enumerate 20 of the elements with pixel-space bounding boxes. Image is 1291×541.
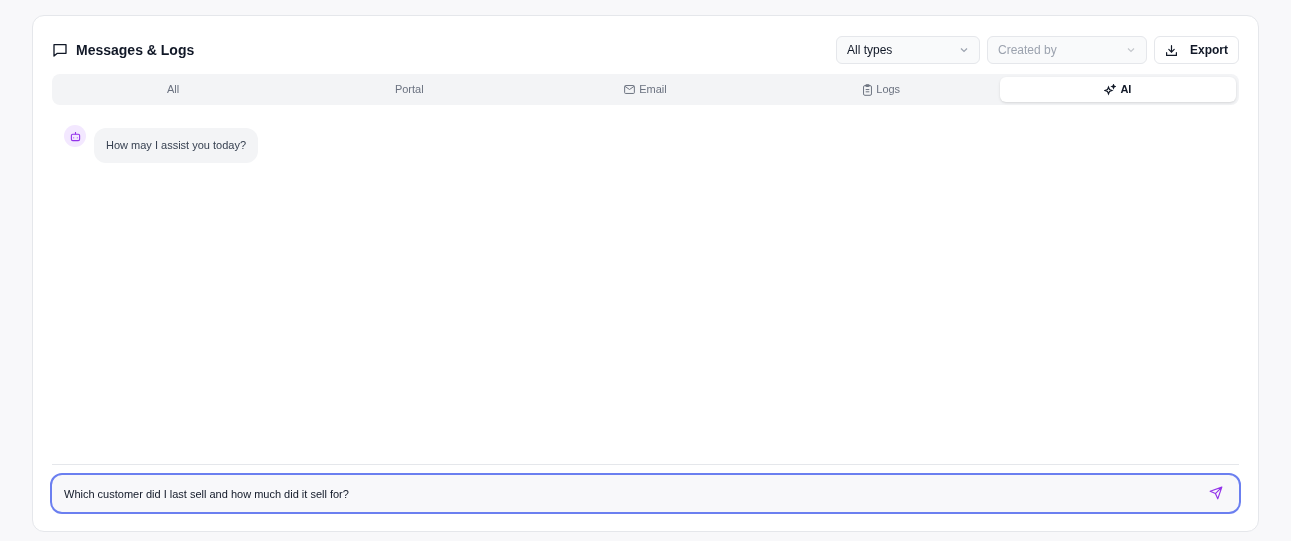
- export-button[interactable]: Export: [1154, 36, 1239, 64]
- panel-title: Messages & Logs: [76, 40, 195, 60]
- tab[interactable]: Logs: [763, 77, 1000, 102]
- chat-bubble: How may I assist you today?: [94, 128, 258, 163]
- chat-icon: [52, 42, 68, 58]
- filter-dropdown[interactable]: All types: [836, 36, 980, 64]
- tab[interactable]: All: [55, 77, 292, 102]
- chevron-down-icon: [1126, 45, 1136, 55]
- download-icon: [1165, 43, 1178, 57]
- filter-dropdown[interactable]: Created by: [987, 36, 1147, 64]
- tab[interactable]: Portal: [291, 77, 528, 102]
- mail-icon: [624, 85, 636, 94]
- tab[interactable]: AI: [999, 77, 1236, 102]
- sparkles-icon: [1104, 83, 1117, 96]
- message-input[interactable]: Which customer did I last sell and how much did it sell for?: [50, 473, 1241, 514]
- robot-icon: [69, 130, 81, 142]
- tab[interactable]: Email: [527, 77, 764, 102]
- send-icon[interactable]: [1209, 486, 1223, 500]
- chevron-down-icon: [959, 45, 969, 55]
- clipboard-icon: [863, 83, 873, 96]
